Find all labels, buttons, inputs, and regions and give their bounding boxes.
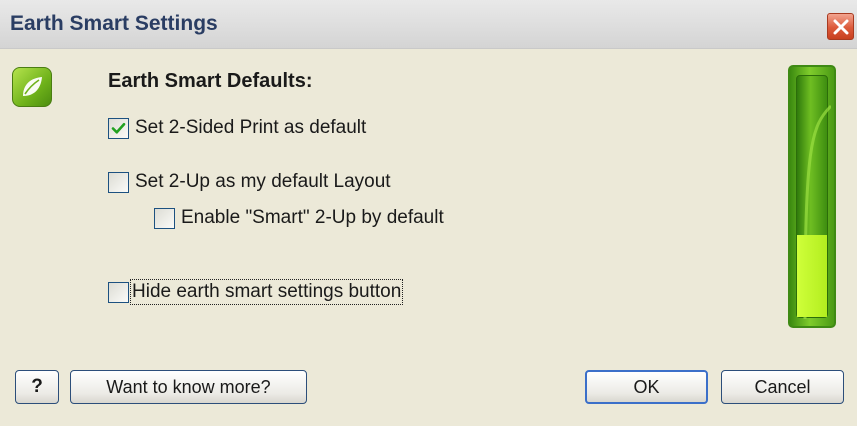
window-title: Earth Smart Settings	[10, 12, 218, 35]
earth-smart-meter	[788, 65, 836, 328]
hide-button-label: Hide earth smart settings button	[129, 279, 404, 305]
smart-two-up-label: Enable "Smart" 2-Up by default	[181, 207, 444, 228]
option-two-up-layout[interactable]: Set 2-Up as my default Layout	[108, 171, 391, 193]
smart-two-up-checkbox[interactable]	[154, 207, 175, 229]
question-icon: ?	[31, 376, 43, 397]
close-button[interactable]	[827, 13, 854, 40]
meter-fill	[797, 235, 827, 317]
help-button[interactable]: ?	[15, 370, 59, 404]
leaf-icon	[23, 77, 42, 96]
close-icon	[833, 19, 849, 35]
option-hide-button[interactable]: Hide earth smart settings button	[108, 279, 404, 305]
want-to-know-more-button[interactable]: Want to know more?	[70, 370, 307, 404]
two-up-layout-checkbox[interactable]	[108, 171, 129, 193]
section-heading: Earth Smart Defaults:	[108, 70, 313, 92]
two-sided-print-label: Set 2-Sided Print as default	[135, 117, 367, 138]
option-smart-two-up[interactable]: Enable "Smart" 2-Up by default	[154, 207, 444, 229]
title-bar: Earth Smart Settings	[0, 0, 857, 49]
earth-smart-app-icon	[12, 67, 52, 107]
checkmark-icon	[111, 122, 126, 134]
two-up-layout-label: Set 2-Up as my default Layout	[135, 171, 391, 192]
two-sided-print-checkbox[interactable]	[108, 117, 129, 139]
ok-button[interactable]: OK	[585, 370, 708, 404]
option-two-sided-print[interactable]: Set 2-Sided Print as default	[108, 117, 366, 139]
meter-track	[796, 75, 831, 319]
hide-button-checkbox[interactable]	[108, 281, 129, 303]
cancel-button[interactable]: Cancel	[721, 370, 844, 404]
